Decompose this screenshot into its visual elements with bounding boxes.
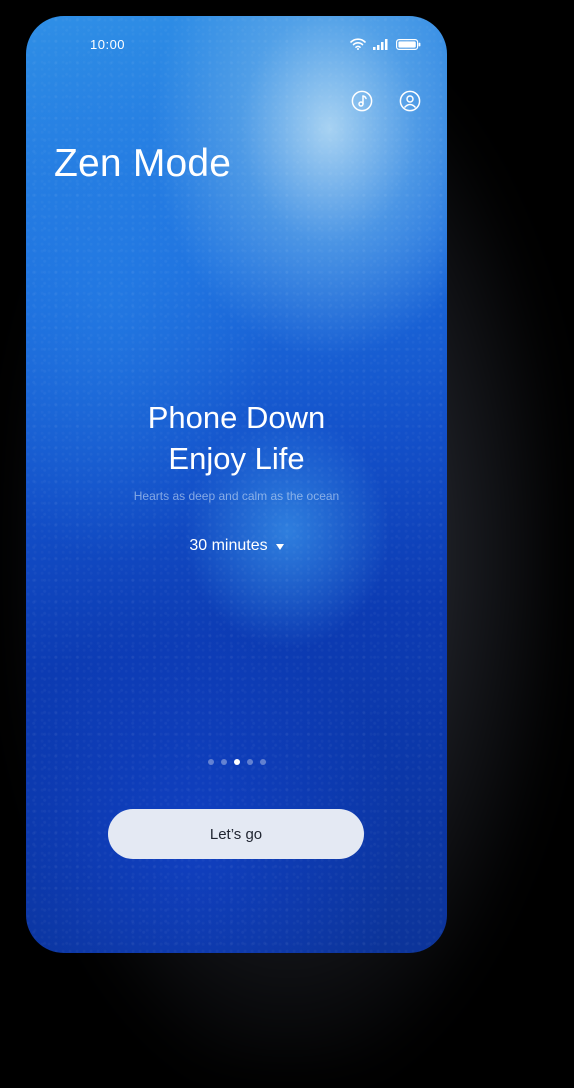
lets-go-button[interactable]: Let’s go [108, 809, 364, 859]
duration-value: 30 minutes [189, 537, 268, 554]
music-note-icon[interactable] [351, 90, 373, 112]
status-icons [350, 37, 421, 55]
duration-selector[interactable]: 30 minutes [26, 537, 447, 555]
page-dot [259, 759, 266, 765]
hero-headline-line1: Phone Down [147, 400, 326, 435]
status-bar: 10:00 [26, 16, 447, 72]
status-time: 10:00 [90, 37, 126, 52]
hero-headline-line2: Enjoy Life [168, 441, 305, 476]
caret-down-icon [275, 544, 284, 550]
page-indicator [26, 759, 447, 765]
battery-icon [396, 37, 421, 55]
page-dot-active [233, 759, 240, 765]
stage: 10:00 Zen Mode Phone Down Enjoy Life Hea… [0, 0, 574, 1088]
page-title: Zen Mode [54, 142, 232, 185]
wifi-icon [350, 37, 366, 55]
top-actions [351, 90, 421, 112]
page-dot [246, 759, 253, 765]
page-dot [207, 759, 214, 765]
page-dot [220, 759, 227, 765]
profile-icon[interactable] [399, 90, 421, 112]
phone-screen: 10:00 Zen Mode Phone Down Enjoy Life Hea… [26, 16, 447, 953]
cellular-signal-icon [373, 37, 389, 55]
hero-subtitle: Hearts as deep and calm as the ocean [133, 489, 340, 503]
